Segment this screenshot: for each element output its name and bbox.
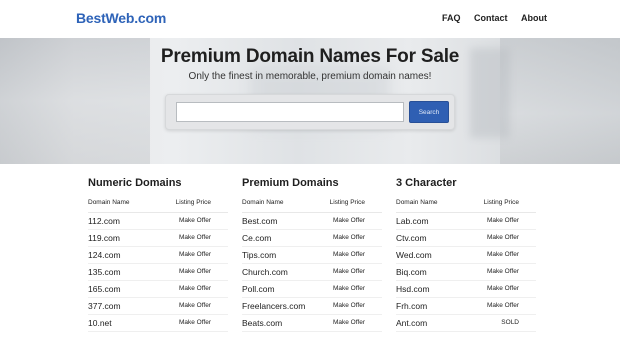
- make-offer-link[interactable]: Make Offer: [179, 234, 211, 241]
- domain-name-link[interactable]: 10.net: [88, 318, 112, 328]
- make-offer-link[interactable]: Make Offer: [487, 302, 519, 309]
- header-domain-name: Domain Name: [88, 199, 130, 206]
- hero-title: Premium Domain Names For Sale: [160, 46, 460, 67]
- table-row[interactable]: Freelancers.com Make Offer: [242, 298, 382, 315]
- header-listing-price: Listing Price: [329, 199, 365, 206]
- search-input[interactable]: [176, 102, 404, 122]
- domain-name-link[interactable]: Hsd.com: [396, 284, 430, 294]
- domain-name-link[interactable]: Lab.com: [396, 216, 429, 226]
- table-row[interactable]: Ce.com Make Offer: [242, 230, 382, 247]
- make-offer-link[interactable]: Make Offer: [333, 251, 365, 258]
- domain-name-link[interactable]: Ctv.com: [396, 233, 427, 243]
- make-offer-link[interactable]: Make Offer: [333, 217, 365, 224]
- table-row[interactable]: 135.com Make Offer: [88, 264, 228, 281]
- table-row[interactable]: 112.com Make Offer: [88, 213, 228, 230]
- domain-name-link[interactable]: Ant.com: [396, 318, 427, 328]
- table-row[interactable]: 124.com Make Offer: [88, 247, 228, 264]
- header-domain-name: Domain Name: [242, 199, 284, 206]
- domain-column-3-character: 3 Character Domain Name Listing Price Lab.c…: [396, 176, 536, 332]
- table-header: Domain Name Listing Price: [88, 195, 228, 213]
- domain-name-link[interactable]: 165.com: [88, 284, 121, 294]
- table-row[interactable]: Ant.com SOLD: [396, 315, 536, 332]
- column-title: Numeric Domains: [88, 177, 182, 189]
- make-offer-link[interactable]: Make Offer: [179, 217, 211, 224]
- header-listing-price: Listing Price: [175, 199, 211, 206]
- make-offer-link[interactable]: Make Offer: [487, 268, 519, 275]
- domain-name-link[interactable]: 135.com: [88, 267, 121, 277]
- hero-subtitle: Only the finest in memorable, premium do…: [188, 71, 432, 82]
- make-offer-link[interactable]: Make Offer: [487, 285, 519, 292]
- domain-name-link[interactable]: Best.com: [242, 216, 277, 226]
- make-offer-link[interactable]: Make Offer: [333, 285, 365, 292]
- domain-name-link[interactable]: Frh.com: [396, 301, 427, 311]
- make-offer-link[interactable]: Make Offer: [487, 234, 519, 241]
- domain-column-numeric: Numeric Domains Domain Name Listing Price 1…: [88, 176, 228, 332]
- domain-name-link[interactable]: Poll.com: [242, 284, 275, 294]
- table-row[interactable]: Beats.com Make Offer: [242, 315, 382, 332]
- table-row[interactable]: Lab.com Make Offer: [396, 213, 536, 230]
- domain-name-link[interactable]: Church.com: [242, 267, 288, 277]
- domain-name-link[interactable]: Ce.com: [242, 233, 271, 243]
- table-row[interactable]: Frh.com Make Offer: [396, 298, 536, 315]
- search-button[interactable]: Search: [409, 101, 449, 123]
- domain-name-link[interactable]: 119.com: [88, 233, 120, 243]
- make-offer-link[interactable]: Make Offer: [179, 268, 211, 275]
- domain-name-link[interactable]: Beats.com: [242, 318, 282, 328]
- make-offer-link[interactable]: Make Offer: [487, 217, 519, 224]
- header-domain-name: Domain Name: [396, 199, 438, 206]
- table-row[interactable]: Hsd.com Make Offer: [396, 281, 536, 298]
- domain-name-link[interactable]: 112.com: [88, 216, 120, 226]
- make-offer-link[interactable]: Make Offer: [179, 302, 211, 309]
- table-row[interactable]: Church.com Make Offer: [242, 264, 382, 281]
- nav-link-contact[interactable]: Contact: [474, 13, 508, 23]
- hero-banner: Premium Domain Names For Sale Only the f…: [0, 38, 620, 164]
- domain-name-link[interactable]: Tips.com: [242, 250, 276, 260]
- table-row[interactable]: 377.com Make Offer: [88, 298, 228, 315]
- column-title: Premium Domains: [242, 177, 339, 189]
- table-row[interactable]: Ctv.com Make Offer: [396, 230, 536, 247]
- nav-link-about[interactable]: About: [521, 13, 547, 23]
- domain-name-link[interactable]: Biq.com: [396, 267, 427, 277]
- table-header: Domain Name Listing Price: [242, 195, 382, 213]
- make-offer-link[interactable]: Make Offer: [487, 251, 519, 258]
- column-title: 3 Character: [396, 177, 457, 189]
- table-row[interactable]: Poll.com Make Offer: [242, 281, 382, 298]
- table-row[interactable]: Biq.com Make Offer: [396, 264, 536, 281]
- domain-name-link[interactable]: Freelancers.com: [242, 301, 305, 311]
- make-offer-link[interactable]: Make Offer: [179, 251, 211, 258]
- make-offer-link[interactable]: Make Offer: [179, 285, 211, 292]
- table-row[interactable]: 119.com Make Offer: [88, 230, 228, 247]
- table-row[interactable]: Tips.com Make Offer: [242, 247, 382, 264]
- make-offer-link[interactable]: Make Offer: [179, 319, 211, 326]
- make-offer-link[interactable]: Make Offer: [333, 302, 365, 309]
- domain-name-link[interactable]: 377.com: [88, 301, 121, 311]
- make-offer-link[interactable]: Make Offer: [333, 234, 365, 241]
- header-listing-price: Listing Price: [483, 199, 519, 206]
- table-row[interactable]: 165.com Make Offer: [88, 281, 228, 298]
- table-header: Domain Name Listing Price: [396, 195, 536, 213]
- table-row[interactable]: 10.net Make Offer: [88, 315, 228, 332]
- top-nav: BestWeb.com FAQ Contact About: [0, 0, 620, 38]
- search-box: Search: [165, 94, 455, 130]
- nav-link-faq[interactable]: FAQ: [442, 13, 461, 23]
- make-offer-link[interactable]: Make Offer: [333, 319, 365, 326]
- table-row[interactable]: Best.com Make Offer: [242, 213, 382, 230]
- domain-name-link[interactable]: 124.com: [88, 250, 121, 260]
- make-offer-link[interactable]: Make Offer: [333, 268, 365, 275]
- domain-name-link[interactable]: Wed.com: [396, 250, 432, 260]
- site-logo[interactable]: BestWeb.com: [76, 10, 166, 26]
- domain-column-premium: Premium Domains Domain Name Listing Price B…: [242, 176, 382, 332]
- table-row[interactable]: Wed.com Make Offer: [396, 247, 536, 264]
- sold-label: SOLD: [501, 319, 519, 326]
